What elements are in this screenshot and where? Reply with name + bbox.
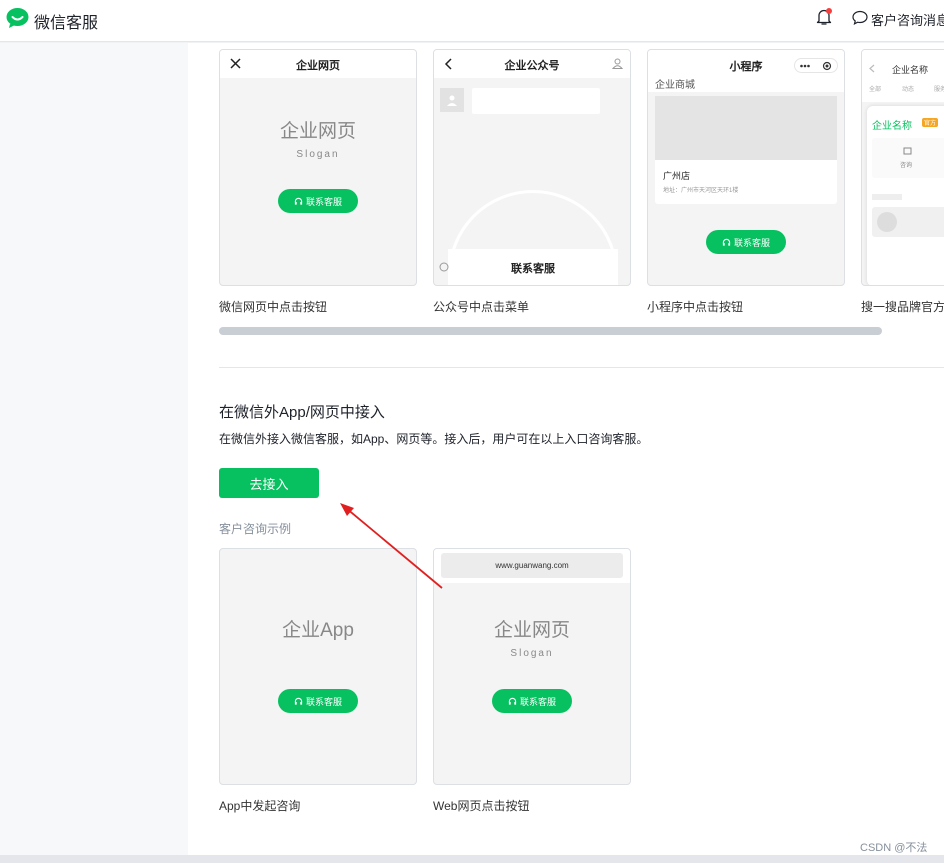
browser-bar: www.guanwang.com [434, 549, 630, 583]
preview-card-official-account: 企业公众号 联系客服 [433, 49, 631, 286]
card-title: 企业网页 [296, 60, 340, 72]
close-circle-icon [822, 61, 832, 71]
brand-name: 微信客服 [34, 15, 99, 32]
contact-service-mock-button: 联系客服 [278, 689, 358, 713]
preview-card-search-brand-zone: 企业名称 全部 动态 服务 企业名称 官方 咨询 [861, 49, 944, 286]
chat-icon [903, 147, 912, 155]
card-caption: 搜一搜品牌官方区 [861, 300, 944, 314]
example-label: 客户咨询示例 [219, 522, 292, 536]
contact-service-label: 联系客服 [305, 696, 342, 707]
main-content: 企业网页 企业网页 Slogan 联系客服 微信网页中点击按钮 企业公众号 联系… [188, 43, 944, 855]
preview-card-wechat-webpage: 企业网页 企业网页 Slogan 联系客服 [219, 49, 417, 286]
contact-service-mock-button: 联系客服 [706, 230, 786, 254]
headset-icon [722, 238, 731, 246]
search-tab: 全部 [869, 87, 882, 93]
menu-item-contact-service: 联系客服 [511, 263, 555, 275]
connect-button[interactable]: 去接入 [219, 468, 319, 498]
section-title: 在微信外App/网页中接入 [219, 404, 385, 421]
keyboard-icon [439, 262, 449, 272]
top-header: 微信客服 客户咨询消息 [0, 0, 944, 42]
section-divider [219, 367, 944, 368]
card-caption: 公众号中点击菜单 [433, 300, 530, 314]
contact-service-mock-button: 联系客服 [492, 689, 572, 713]
more-dots-icon [800, 64, 810, 68]
chat-bubble-icon[interactable] [852, 10, 868, 25]
store-address: 地址：广州市天河区天环1楼 [663, 188, 739, 194]
notification-dot [826, 8, 832, 14]
card-header: 企业名称 全部 动态 服务 [862, 50, 944, 102]
headset-icon [294, 697, 303, 705]
store-name: 广州店 [663, 171, 691, 181]
card-header: 企业公众号 [434, 50, 630, 78]
official-badge: 官方 [922, 118, 939, 127]
horizontal-scrollbar[interactable] [219, 327, 882, 335]
consult-entry: 咨询 [872, 138, 944, 178]
store-card: 广州店 地址：广州市天河区天环1楼 [655, 96, 837, 204]
avatar-icon [447, 95, 457, 106]
avatar-placeholder [440, 88, 464, 112]
search-tab: 服务 [934, 87, 944, 93]
preview-card-web-page: www.guanwang.com 企业网页 Slogan 联系客服 [433, 548, 631, 785]
consult-entry-label: 咨询 [900, 163, 913, 169]
card-caption: 微信网页中点击按钮 [219, 300, 328, 314]
contact-service-label: 联系客服 [519, 696, 556, 707]
search-brand-title: 企业名称 [892, 65, 929, 75]
text-placeholder [872, 194, 902, 200]
annotation-arrow-icon [340, 503, 443, 589]
url-field: www.guanwang.com [441, 553, 623, 578]
store-header: 企业商城 [655, 80, 695, 91]
section-description: 在微信外接入微信客服，如App、网页等。接入后，用户可在以上入口咨询客服。 [219, 432, 649, 446]
contact-service-mock-button: 联系客服 [278, 189, 358, 213]
content-placeholder [872, 207, 944, 237]
bottom-bar [0, 855, 944, 863]
card-caption: App中发起咨询 [219, 799, 301, 813]
preview-card-mini-program: 小程序 企业商城 广州店 地址：广州市天河区天环1楼 联系客服 [647, 49, 845, 286]
customer-consult-link[interactable]: 客户咨询消息 [871, 10, 944, 29]
card-big-title: 企业App [282, 620, 354, 641]
user-profile-icon [612, 58, 623, 69]
search-tab: 动态 [902, 87, 915, 93]
capsule-menu [794, 58, 838, 73]
store-image-placeholder [655, 96, 837, 160]
card-caption: Web网页点击按钮 [433, 799, 530, 813]
contact-service-label: 联系客服 [733, 237, 770, 248]
menu-magnifier-circle: 联系客服 [448, 190, 618, 285]
card-big-title: 企业网页 [279, 121, 356, 142]
card-title: 企业公众号 [504, 60, 560, 72]
sidebar [0, 43, 188, 855]
card-caption: 小程序中点击按钮 [647, 300, 744, 314]
watermark: CSDN @不法 [860, 842, 928, 854]
card-header: 企业网页 [220, 50, 416, 78]
brand-zone-panel: 企业名称 官方 咨询 [867, 106, 944, 285]
avatar-placeholder [877, 212, 897, 232]
headset-icon [294, 197, 303, 205]
card-header: 小程序 企业商城 [648, 50, 844, 92]
card-slogan: Slogan [510, 648, 554, 659]
back-arrow-icon [869, 64, 875, 73]
message-bubble-placeholder [472, 88, 600, 114]
contact-service-label: 联系客服 [305, 196, 342, 207]
brand-name: 企业名称 [872, 121, 912, 132]
headset-icon [508, 697, 517, 705]
card-slogan: Slogan [296, 149, 340, 160]
card-big-title: 企业网页 [493, 620, 570, 641]
wechat-kefu-logo-icon [6, 8, 29, 28]
